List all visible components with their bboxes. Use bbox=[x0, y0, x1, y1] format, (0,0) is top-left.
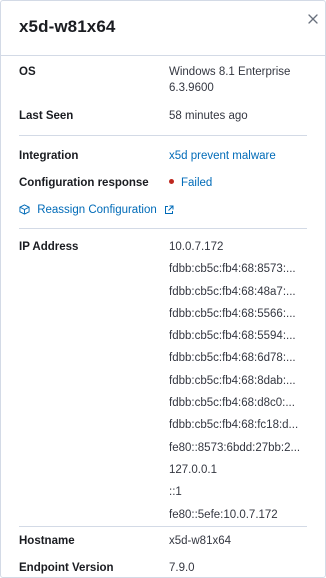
status-dot-icon bbox=[169, 179, 174, 185]
configuration-response-status[interactable]: Failed bbox=[169, 177, 212, 189]
reassign-configuration-label: Reassign Configuration bbox=[37, 204, 157, 216]
ip-address-list: 10.0.7.172 fdbb:cb5c:fb4:68:8573:... fdb… bbox=[169, 241, 300, 531]
os-value-line1: Windows 8.1 Enterprise bbox=[169, 66, 291, 78]
endpoint-version-value: 7.9.0 bbox=[169, 562, 195, 574]
ip-address-item: fdbb:cb5c:fb4:68:fc18:d... bbox=[169, 419, 299, 432]
configuration-response-label: Configuration response bbox=[19, 177, 149, 189]
reassign-configuration-link[interactable]: Reassign Configuration bbox=[19, 204, 174, 216]
flyout-title: x5d-w81x64 bbox=[19, 17, 116, 36]
ip-address-item: 127.0.0.1 bbox=[169, 463, 217, 476]
flyout-header: x5d-w81x64 bbox=[1, 1, 325, 56]
ip-address-item: fdbb:cb5c:fb4:68:d8c0:... bbox=[169, 397, 295, 410]
os-label: OS bbox=[19, 66, 36, 78]
flyout-body: OS Windows 8.1 Enterprise 6.3.9600 Last … bbox=[1, 56, 325, 577]
hostname-value: x5d-w81x64 bbox=[169, 535, 232, 547]
last-seen-value: 58 minutes ago bbox=[169, 110, 248, 122]
close-icon[interactable] bbox=[306, 12, 320, 26]
section-divider bbox=[19, 228, 307, 229]
package-icon bbox=[19, 204, 33, 216]
ip-address-item: fdbb:cb5c:fb4:68:8dab:... bbox=[169, 374, 296, 387]
section-divider bbox=[19, 135, 307, 136]
ip-address-item: fdbb:cb5c:fb4:68:5566:... bbox=[169, 307, 296, 320]
section-divider bbox=[19, 526, 307, 527]
last-seen-label: Last Seen bbox=[19, 110, 74, 122]
ip-address-item: fe80::8573:6bdd:27bb:2... bbox=[169, 441, 301, 454]
os-value-line2: 6.3.9600 bbox=[169, 82, 214, 94]
ip-address-item: fdbb:cb5c:fb4:68:5594:... bbox=[169, 330, 296, 343]
configuration-response-value: Failed bbox=[181, 177, 213, 189]
external-link-icon bbox=[164, 204, 174, 216]
ip-address-label: IP Address bbox=[19, 241, 79, 253]
integration-link[interactable]: x5d prevent malware bbox=[169, 150, 276, 162]
ip-address-item: fe80::5efe:10.0.7.172 bbox=[169, 508, 278, 521]
endpoint-details-flyout: x5d-w81x64 OS Windows 8.1 Enterprise 6.3… bbox=[0, 0, 326, 578]
integration-label: Integration bbox=[19, 150, 79, 162]
endpoint-version-label: Endpoint Version bbox=[19, 562, 114, 574]
ip-address-item: 10.0.7.172 bbox=[169, 241, 224, 253]
ip-address-item: fdbb:cb5c:fb4:68:48a7:... bbox=[169, 285, 296, 298]
ip-address-item: fdbb:cb5c:fb4:68:6d78:... bbox=[169, 352, 296, 365]
ip-address-item: ::1 bbox=[169, 486, 182, 499]
hostname-label: Hostname bbox=[19, 535, 75, 547]
ip-address-item: fdbb:cb5c:fb4:68:8573:... bbox=[169, 263, 296, 276]
